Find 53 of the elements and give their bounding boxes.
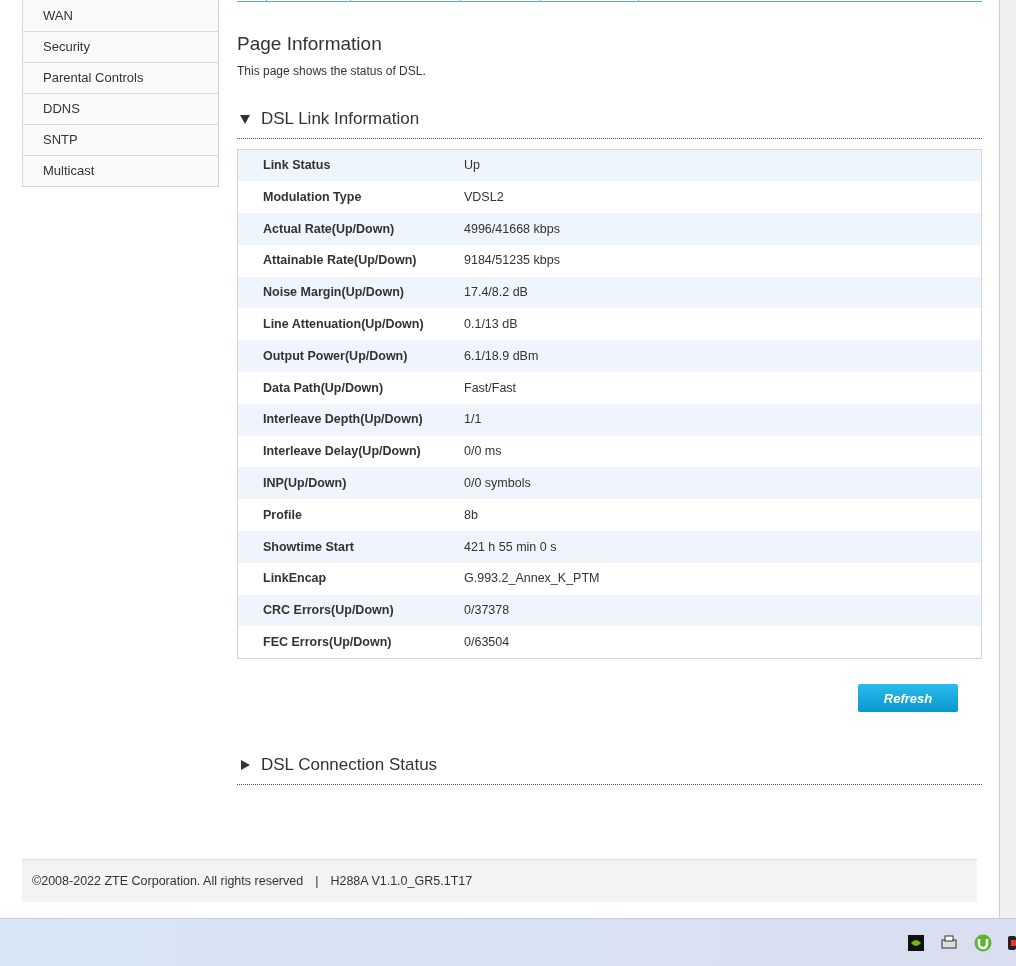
field-value: 0/63504 xyxy=(464,633,510,651)
field-label: Interleave Depth(Up/Down) xyxy=(262,411,424,429)
field-value: 0/37378 xyxy=(464,602,510,620)
field-value: 0.1/13 dB xyxy=(464,316,518,333)
field-label: LinkEncap xyxy=(262,570,328,588)
field-value: 17.4/8.2 dB xyxy=(464,284,528,302)
field-label: INP(Up/Down) xyxy=(262,475,348,492)
field-value: VDSL2 xyxy=(464,188,504,206)
section-header[interactable]: DSL Link Information xyxy=(237,106,982,139)
app-tray-icon[interactable] xyxy=(1008,933,1016,952)
printer-icon[interactable] xyxy=(940,934,958,951)
page-title: Page Information xyxy=(237,32,382,56)
field-label: Interleave Delay(Up/Down) xyxy=(262,443,422,461)
sidebar-item[interactable]: SNTP xyxy=(23,124,218,155)
field-label: Actual Rate(Up/Down) xyxy=(262,220,396,238)
section-title: DSL Connection Status xyxy=(261,754,438,777)
triangle-down-icon xyxy=(239,112,251,125)
version-text: H288A V1.1.0_GR5.1T17 xyxy=(330,872,473,890)
triangle-right-icon xyxy=(239,759,251,771)
field-label: Showtime Start xyxy=(262,538,355,556)
field-value: 8b xyxy=(464,506,478,524)
field-value: 1/1 xyxy=(464,411,482,429)
field-value: 6.1/18.9 dBm xyxy=(464,347,539,365)
field-label: Link Status xyxy=(262,157,332,174)
field-label: FEC Errors(Up/Down) xyxy=(262,633,393,651)
sidebar-item[interactable]: Security xyxy=(23,31,218,62)
section-title: DSL Link Information xyxy=(261,108,420,130)
sidebar-item[interactable]: Parental Controls xyxy=(23,62,218,93)
field-value: 4996/41668 kbps xyxy=(464,220,560,238)
field-label: Modulation Type xyxy=(262,188,363,206)
field-label: Output Power(Up/Down) xyxy=(262,347,409,365)
field-label: CRC Errors(Up/Down) xyxy=(262,602,395,620)
field-label: Noise Margin(Up/Down) xyxy=(262,284,405,302)
field-label: Profile xyxy=(262,506,303,524)
field-value: 0/0 ms xyxy=(464,443,502,461)
page-description: This page shows the status of DSL. xyxy=(237,63,426,80)
sidebar-item[interactable]: DDNS xyxy=(23,93,218,124)
field-value: 9184/51235 kbps xyxy=(464,252,560,270)
copyright-text: ©2008-2022 ZTE Corporation. All rights reserved xyxy=(32,872,304,890)
section-header[interactable]: DSL Connection Status xyxy=(237,752,982,785)
separator-text: | xyxy=(315,872,319,890)
field-label: Data Path(Up/Down) xyxy=(262,379,385,397)
sidebar-item[interactable]: WAN xyxy=(23,0,218,31)
field-value: Fast/Fast xyxy=(464,379,517,397)
torrent-icon[interactable] xyxy=(974,933,992,952)
field-label: Attainable Rate(Up/Down) xyxy=(262,252,418,270)
field-value: 0/0 symbols xyxy=(464,475,531,492)
sidebar-item[interactable]: Multicast xyxy=(23,155,218,186)
field-label: Line Attenuation(Up/Down) xyxy=(262,316,425,333)
field-value: 421 h 55 min 0 s xyxy=(464,538,557,556)
graphics-card-icon[interactable] xyxy=(908,934,924,951)
field-value: G.993.2_Annex_K_PTM xyxy=(464,570,600,588)
field-value: Up xyxy=(464,157,480,174)
